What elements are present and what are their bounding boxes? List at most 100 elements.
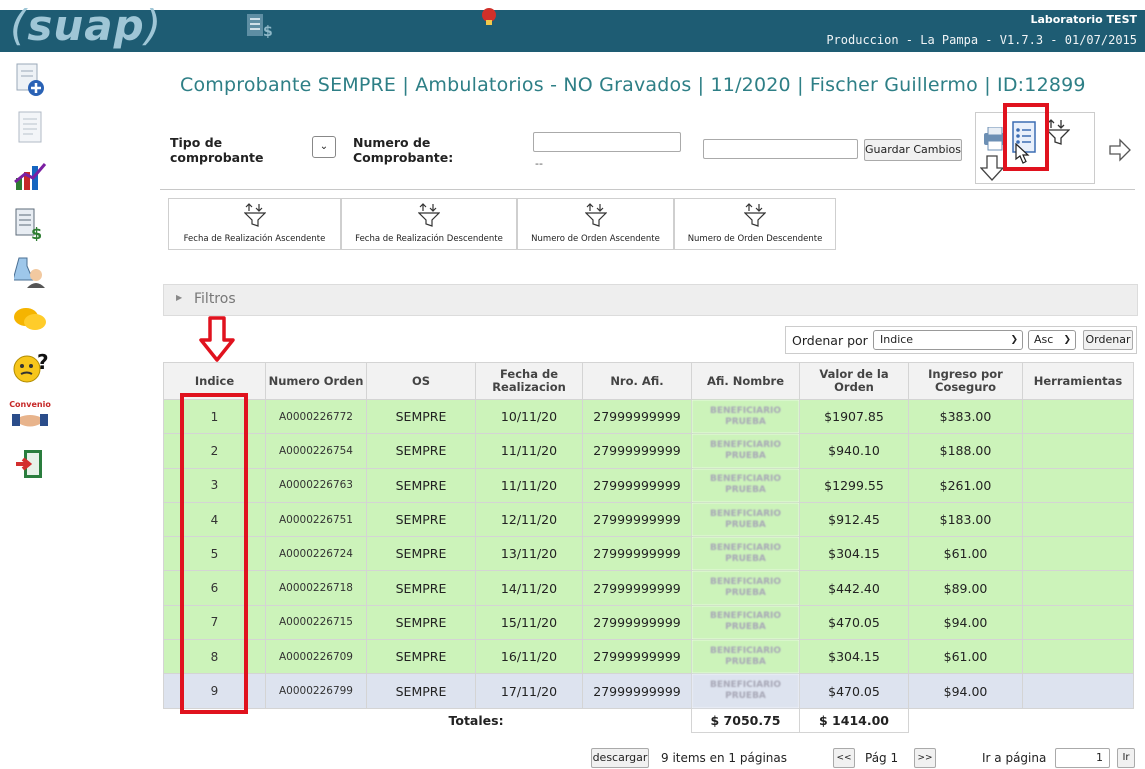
next-page-button[interactable]: >> (914, 748, 936, 768)
go-to-page-input[interactable]: 1 (1055, 748, 1110, 768)
coseguro-cell: $261.00 (908, 467, 1023, 503)
column-header[interactable]: Herramientas (1022, 362, 1134, 400)
billing-icon[interactable]: $ (245, 12, 273, 40)
numero-orden-cell: A0000226754 (265, 433, 367, 469)
download-arrow-icon[interactable] (980, 155, 1004, 181)
filter-sort-icon[interactable] (1046, 119, 1070, 145)
numero-orden-cell: A0000226751 (265, 501, 367, 538)
table-row[interactable]: 3 A0000226763 SEMPRE 11/11/20 27999999999 BEN… (163, 467, 1134, 503)
valor-orden-cell: $1907.85 (799, 398, 909, 435)
sidebar-item-help[interactable]: ? (12, 350, 48, 386)
convenio-label: Convenio (9, 400, 51, 409)
total-coseguro: $ 1414.00 (799, 707, 909, 733)
current-page: Pág 1 (865, 751, 899, 765)
column-header[interactable]: Valor de la Orden (799, 362, 909, 400)
herramientas-cell (1022, 398, 1134, 435)
nro-afi-cell: 27999999999 (582, 433, 692, 469)
order-direction-value: Asc (1034, 333, 1054, 346)
sidebar-item-lab[interactable] (12, 254, 48, 290)
order-controls: Ordenar por Indice ❯ Asc ❯ Ordenar (785, 326, 1137, 354)
sort-fecha-asc-button[interactable]: Fecha de Realización Ascendente (168, 198, 341, 250)
chevron-down-icon: ❯ (1063, 335, 1071, 345)
numero-orden-cell: A0000226724 (265, 536, 367, 572)
table-row[interactable]: 4 A0000226751 SEMPRE 12/11/20 27999999999 BEN… (163, 501, 1134, 538)
table-row[interactable]: 5 A0000226724 SEMPRE 13/11/20 27999999999 BEN… (163, 536, 1134, 572)
alert-icon[interactable] (478, 6, 500, 28)
table-row[interactable]: 2 A0000226754 SEMPRE 11/11/20 27999999999 BEN… (163, 433, 1134, 469)
sort-label: Numero de Orden Descendente (687, 234, 823, 244)
chevron-down-icon: ❯ (1010, 335, 1018, 345)
sidebar-item-billing[interactable]: $ (12, 206, 48, 242)
sidebar-item-chat[interactable] (12, 302, 48, 338)
sidebar-item-chart[interactable] (12, 158, 48, 194)
chat-icon (14, 308, 46, 330)
order-by-select[interactable]: Indice ❯ (873, 330, 1023, 350)
coseguro-cell: $61.00 (908, 639, 1023, 675)
column-header[interactable]: Nro. Afi. (582, 362, 692, 400)
ordenar-button[interactable]: Ordenar (1083, 330, 1133, 350)
convenio-icon (12, 414, 48, 427)
sort-buttons-row: Fecha de Realización Ascendente Fecha de… (168, 198, 836, 250)
column-header[interactable]: Ingreso por Coseguro (908, 362, 1023, 400)
herramientas-cell (1022, 433, 1134, 469)
suap-logo[interactable]: (suap) (10, 5, 162, 47)
prev-page-button[interactable]: << (833, 748, 855, 768)
nro-afi-cell: 27999999999 (582, 398, 692, 435)
os-cell: SEMPRE (366, 467, 476, 503)
sort-orden-desc-button[interactable]: Numero de Orden Descendente (674, 198, 836, 250)
sidebar-item-exit[interactable] (12, 446, 48, 482)
order-direction-select[interactable]: Asc ❯ (1028, 330, 1076, 350)
coseguro-cell: $94.00 (908, 604, 1023, 641)
fecha-cell: 12/11/20 (475, 501, 583, 538)
sidebar-item-new-document[interactable] (12, 62, 48, 98)
column-header[interactable]: Numero Orden (265, 362, 367, 400)
column-header[interactable]: Afi. Nombre (691, 362, 800, 400)
table-row[interactable]: 1 A0000226772 SEMPRE 10/11/20 27999999999 BEN… (163, 398, 1134, 435)
herramientas-cell (1022, 639, 1134, 675)
tipo-comprobante-select[interactable]: ⌄ (312, 136, 336, 158)
fecha-cell: 13/11/20 (475, 536, 583, 572)
fecha-cell: 16/11/20 (475, 639, 583, 675)
highlight-box (1003, 103, 1049, 171)
sidebar-item-document[interactable] (12, 110, 48, 146)
next-arrow-icon[interactable] (1108, 138, 1132, 162)
sort-fecha-desc-button[interactable]: Fecha de Realización Descendente (341, 198, 517, 250)
highlight-column-box (180, 393, 248, 714)
sidebar-item-convenio[interactable]: Convenio (9, 398, 51, 434)
coseguro-cell: $94.00 (908, 673, 1023, 709)
numero-orden-cell: A0000226715 (265, 604, 367, 641)
help-icon: ? (13, 351, 48, 383)
descargar-button[interactable]: descargar (591, 748, 649, 768)
herramientas-cell (1022, 570, 1134, 606)
numero-comprobante-input[interactable] (533, 132, 681, 152)
guardar-cambios-button[interactable]: Guardar Cambios (864, 139, 962, 161)
os-cell: SEMPRE (366, 604, 476, 641)
items-info: 9 items en 1 páginas (661, 751, 788, 765)
table-row[interactable]: 7 A0000226715 SEMPRE 15/11/20 27999999999 BEN… (163, 604, 1134, 641)
exit-icon (16, 450, 42, 478)
annotation-down-arrow (199, 316, 235, 362)
top-header: (suap) $ Laboratorio TEST Produccion - L… (0, 0, 1145, 52)
afi-nombre-cell: BENEFICIARIO PRUEBA (691, 433, 800, 469)
billing-document-icon: $ (15, 208, 42, 241)
go-to-page-button[interactable]: Ir (1117, 748, 1135, 768)
filters-toggle[interactable]: ▶ Filtros (163, 284, 1138, 316)
pagination-bar: descargar 9 items en 1 páginas << Pág 1 … (0, 748, 1145, 768)
new-document-icon (16, 63, 44, 96)
table-row[interactable]: 6 A0000226718 SEMPRE 14/11/20 27999999999 BEN… (163, 570, 1134, 606)
left-sidebar: $ ? Convenio (9, 62, 64, 494)
table-row[interactable]: 8 A0000226709 SEMPRE 16/11/20 27999999999 BEN… (163, 639, 1134, 675)
extra-input[interactable] (703, 139, 858, 159)
numero-orden-cell: A0000226718 (265, 570, 367, 606)
coseguro-cell: $383.00 (908, 398, 1023, 435)
nro-afi-cell: 27999999999 (582, 570, 692, 606)
fecha-cell: 15/11/20 (475, 604, 583, 641)
column-header[interactable]: OS (366, 362, 476, 400)
column-header[interactable]: Fecha de Realizacion (475, 362, 583, 400)
sort-orden-asc-button[interactable]: Numero de Orden Ascendente (517, 198, 674, 250)
numero-orden-cell: A0000226763 (265, 467, 367, 503)
numero-placeholder-dashes: -- (535, 157, 543, 170)
table-row[interactable]: 9 A0000226799 SEMPRE 17/11/20 27999999999 BEN… (163, 673, 1134, 709)
os-cell: SEMPRE (366, 536, 476, 572)
numero-orden-cell: A0000226772 (265, 398, 367, 435)
